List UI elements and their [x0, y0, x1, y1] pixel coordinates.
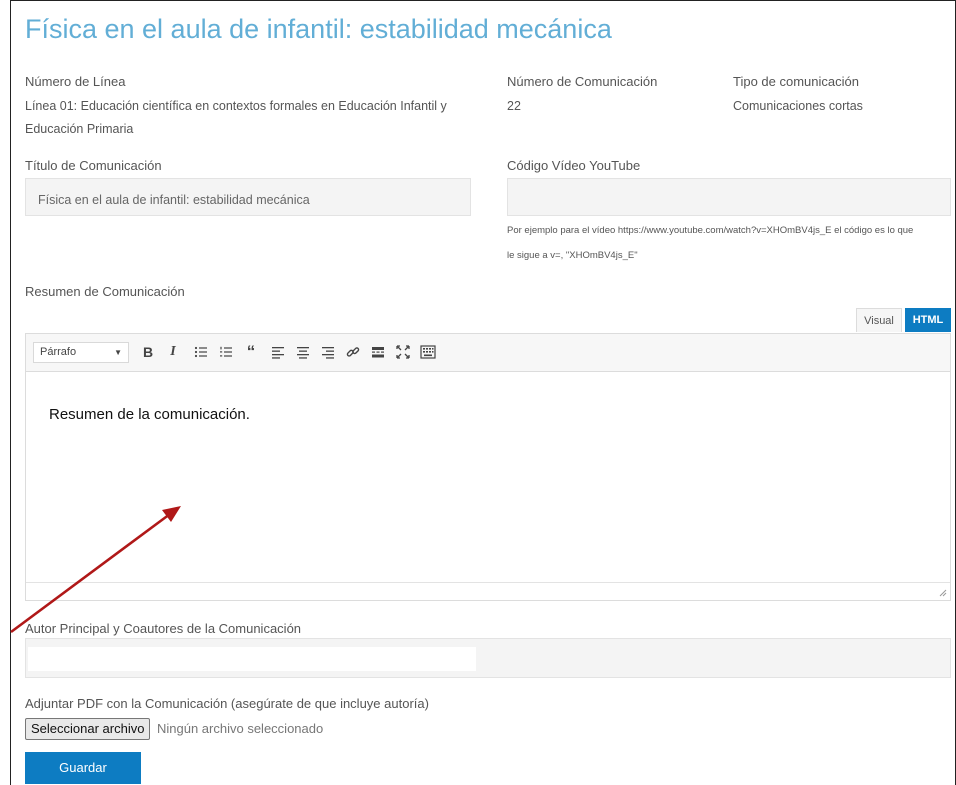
- annotation-arrow-icon: [10, 506, 181, 634]
